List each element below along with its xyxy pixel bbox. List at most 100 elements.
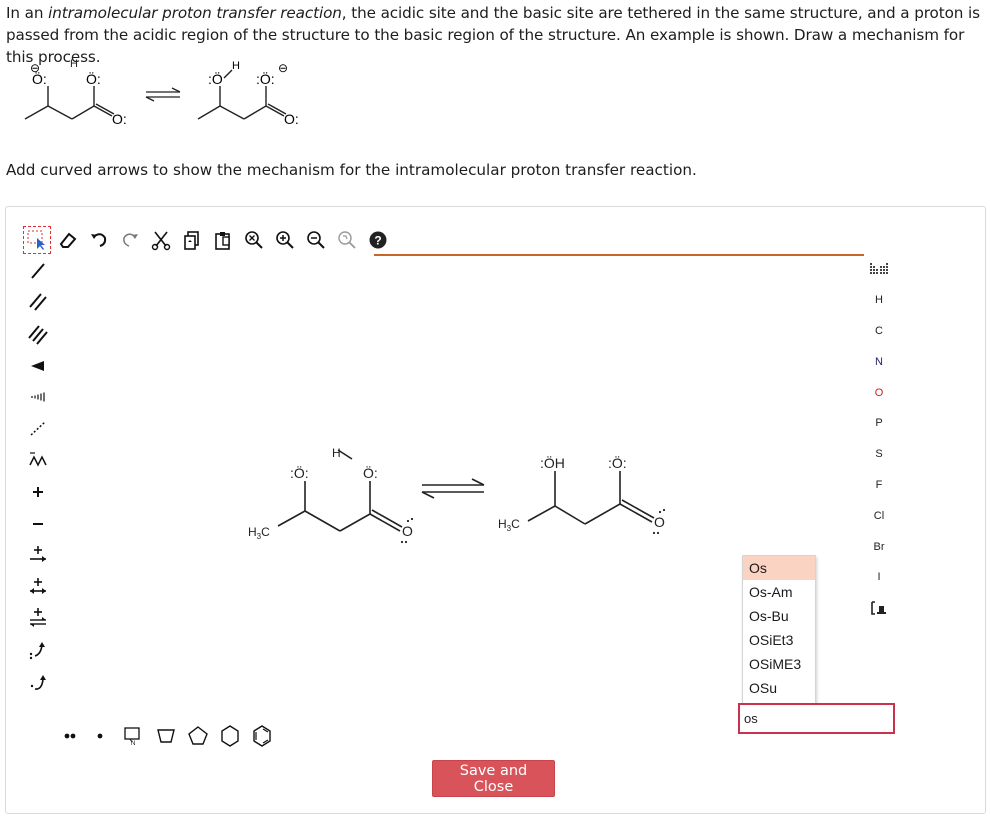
equilibrium-arrow-plus-icon <box>30 608 46 628</box>
copy-icon <box>184 231 199 250</box>
cyclohexane-icon <box>221 725 239 747</box>
save-and-close-button[interactable]: Save and Close <box>432 760 555 797</box>
template-library-button[interactable] <box>864 593 894 624</box>
copy-button[interactable] <box>179 227 205 253</box>
cut-button[interactable] <box>148 227 174 253</box>
single-bond-button[interactable] <box>22 255 54 287</box>
help-icon: ? <box>369 231 387 249</box>
example-o-left-product: :Ö <box>208 70 223 87</box>
product-oh: :ÖH <box>540 454 565 471</box>
example-charge-left: ⊖ <box>30 61 40 75</box>
element-autocomplete-list: Os Os-Am Os-Bu OSiEt3 OSiME3 OSu <box>742 555 816 705</box>
equilibrium-arrow-button[interactable] <box>22 603 54 635</box>
wedge-bond-button[interactable] <box>22 350 54 382</box>
autocomplete-item-osiet3[interactable]: OSiEt3 <box>743 628 815 652</box>
reactant-o-top: Ö: <box>363 464 378 481</box>
element-n-button[interactable]: N <box>864 346 894 377</box>
reaction-arrow-plus-icon <box>30 546 46 563</box>
single-bond-icon <box>31 263 45 279</box>
double-bond-icon <box>29 293 47 312</box>
plus-charge-icon <box>33 486 43 497</box>
autocomplete-item-osime3[interactable]: OSiME3 <box>743 652 815 676</box>
undo-icon <box>91 233 107 247</box>
element-s-button[interactable]: S <box>864 439 894 470</box>
instruction-text: Add curved arrows to show the mechanism … <box>6 161 697 179</box>
zoom-in-button[interactable] <box>272 227 298 253</box>
element-p-button[interactable]: P <box>864 408 894 439</box>
example-h-reactant: H <box>70 58 78 70</box>
undo-button[interactable] <box>86 227 112 253</box>
plus-charge-button[interactable] <box>22 476 54 508</box>
benzene-icon <box>253 725 271 747</box>
lone-pair-icon <box>64 733 76 739</box>
periodic-table-icon <box>870 263 888 275</box>
left-toolbar <box>22 255 56 697</box>
reactant-molecule[interactable]: :Ö: Ö: H O H3C <box>248 446 414 544</box>
example-o-carbonyl: O: <box>112 111 127 127</box>
curved-arrow-two-button[interactable] <box>22 634 54 666</box>
eraser-button[interactable] <box>55 227 81 253</box>
help-button[interactable]: ? <box>365 227 391 253</box>
double-arrow-plus-icon <box>30 577 46 594</box>
question-italic-term: intramolecular proton transfer reaction <box>48 4 342 22</box>
example-h-product: H <box>232 60 240 72</box>
example-reaction-figure: Ö: ⊖ H Ö: O: :Ö H :Ö: ⊖ O: <box>24 58 299 127</box>
reactant-o-carbonyl: O <box>402 523 413 539</box>
minus-charge-icon <box>33 522 43 525</box>
element-cl-button[interactable]: Cl <box>864 500 894 531</box>
zoom-out-icon <box>307 231 325 249</box>
cyclobutane-icon <box>157 729 175 743</box>
product-molecule[interactable]: :ÖH :Ö: O H3C <box>498 454 666 535</box>
wedge-bond-icon <box>31 360 44 371</box>
equilibrium-arrow[interactable] <box>421 478 485 499</box>
autocomplete-item-osu[interactable]: OSu <box>743 676 815 700</box>
lone-pair-button[interactable] <box>54 723 86 749</box>
cyclobutane-template-button[interactable] <box>150 723 182 749</box>
zoom-reset-button[interactable] <box>241 227 267 253</box>
dashed-bond-button[interactable] <box>22 413 54 445</box>
curved-arrow-electron-pair-icon <box>29 641 45 660</box>
curved-arrow-single-electron-icon <box>30 674 46 690</box>
cyclohexane-template-button[interactable] <box>214 723 246 749</box>
zoom-out-button[interactable] <box>303 227 329 253</box>
bottom-toolbar: N <box>54 722 278 750</box>
autocomplete-item-os-am[interactable]: Os-Am <box>743 580 815 604</box>
redo-button[interactable] <box>117 227 143 253</box>
double-arrow-button[interactable] <box>22 571 54 603</box>
product-methyl: H3C <box>498 517 520 533</box>
autocomplete-item-os[interactable]: Os <box>743 556 815 580</box>
triple-bond-button[interactable] <box>22 318 54 350</box>
double-bond-button[interactable] <box>22 287 54 319</box>
triple-bond-icon <box>28 325 48 345</box>
benzene-template-button[interactable] <box>246 723 278 749</box>
clean-structure-button[interactable] <box>334 227 360 253</box>
hash-bond-icon <box>31 392 45 402</box>
reaction-arrow-button[interactable] <box>22 539 54 571</box>
curved-arrow-one-button[interactable] <box>22 666 54 698</box>
svg-text:?: ? <box>374 234 381 248</box>
element-symbol-input[interactable] <box>738 703 895 734</box>
product-o-top: :Ö: <box>608 454 627 471</box>
reactant-h: H <box>332 446 341 460</box>
example-charge-right: ⊖ <box>278 61 288 75</box>
cyclopropane-template-button[interactable]: N <box>114 723 150 749</box>
element-br-button[interactable]: Br <box>864 531 894 562</box>
minus-charge-button[interactable] <box>22 508 54 540</box>
dashed-bond-icon <box>30 421 46 436</box>
autocomplete-item-os-bu[interactable]: Os-Bu <box>743 604 815 628</box>
hash-bond-button[interactable] <box>22 381 54 413</box>
scissors-icon <box>151 231 171 251</box>
element-f-button[interactable]: F <box>864 470 894 501</box>
select-tool-button[interactable] <box>23 226 51 254</box>
element-h-button[interactable]: H <box>864 285 894 316</box>
chain-tool-button[interactable] <box>22 445 54 477</box>
reactant-methyl: H3C <box>248 525 270 541</box>
example-o-top: Ö: <box>86 70 101 87</box>
radical-button[interactable] <box>86 723 114 749</box>
cyclopentane-template-button[interactable] <box>182 723 214 749</box>
element-c-button[interactable]: C <box>864 316 894 347</box>
paste-button[interactable] <box>210 227 236 253</box>
element-i-button[interactable]: I <box>864 562 894 593</box>
periodic-table-button[interactable] <box>864 254 894 285</box>
element-o-button[interactable]: O <box>864 377 894 408</box>
